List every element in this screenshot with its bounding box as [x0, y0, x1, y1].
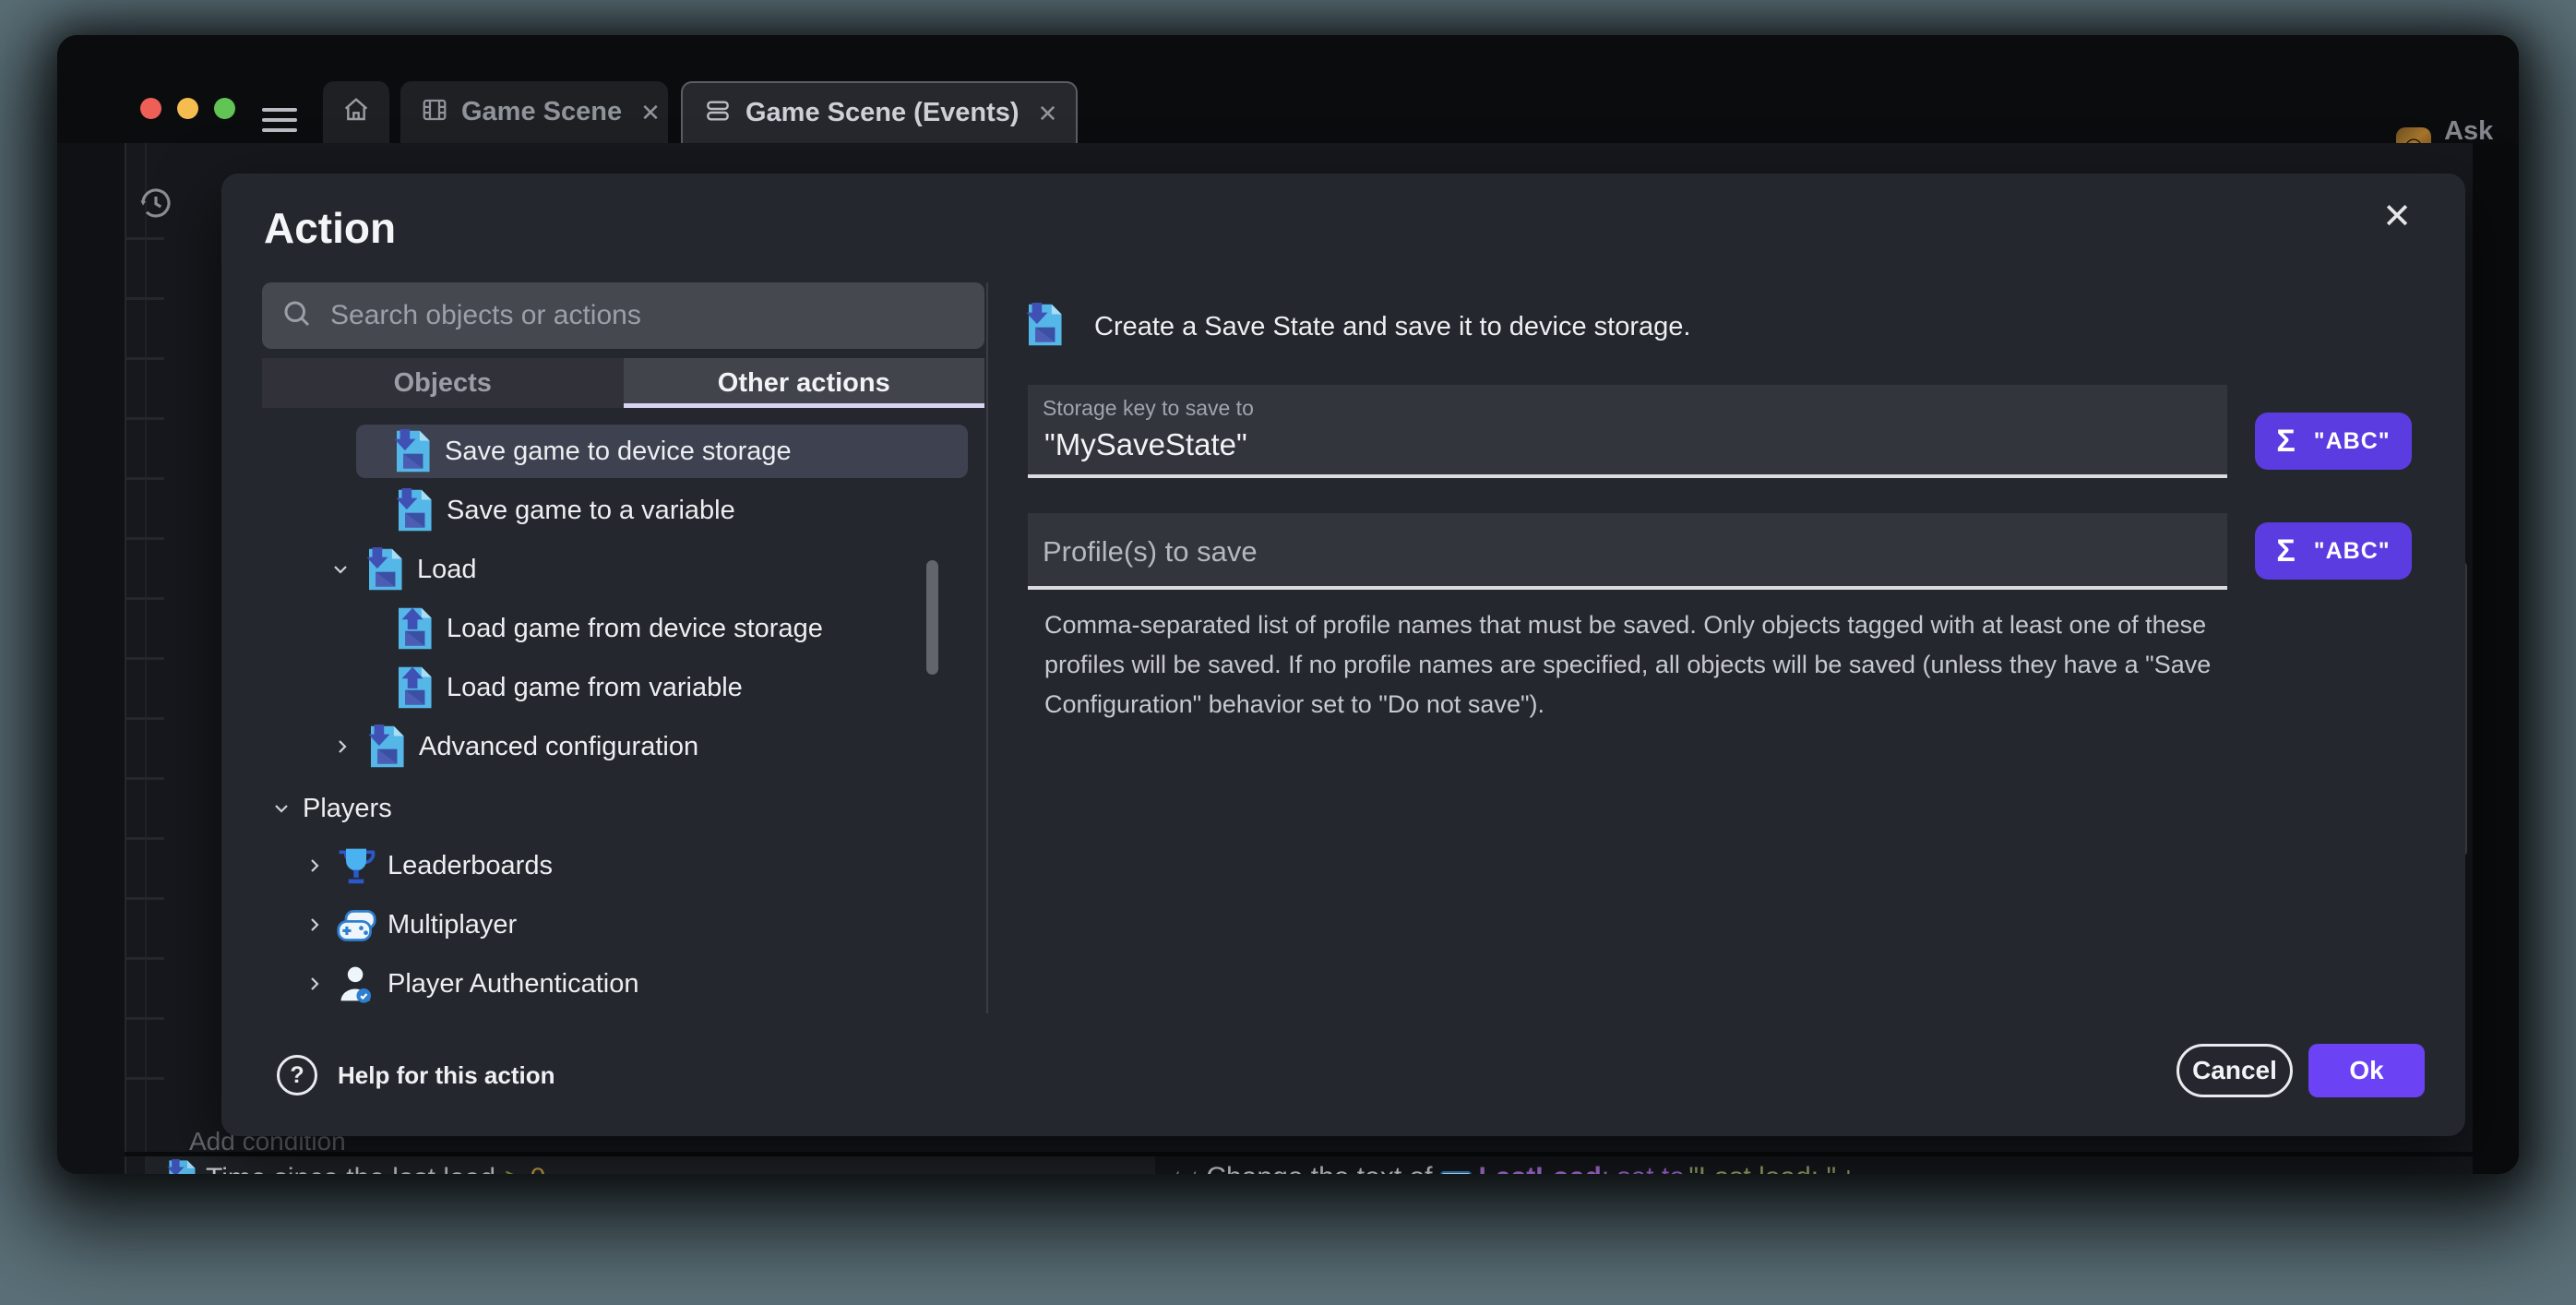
- dialog-title: Action: [264, 203, 396, 253]
- tree-item-load[interactable]: Load: [330, 543, 477, 596]
- tree-group-players[interactable]: Players: [271, 782, 392, 835]
- actions-tree: Save game to device storage Save game to…: [262, 422, 984, 1012]
- traffic-light-zoom[interactable]: [214, 98, 235, 119]
- tab-label: Game Scene (Events): [745, 98, 1020, 128]
- trophy-icon: [336, 845, 376, 886]
- profiles-field[interactable]: Profile(s) to save: [1028, 513, 2227, 590]
- dialog-close-icon[interactable]: ✕: [2377, 196, 2417, 236]
- events-sheet-icon: [703, 96, 733, 130]
- tree-item-label: Load game from device storage: [447, 614, 823, 644]
- tree-item-label: Multiplayer: [388, 910, 517, 940]
- tree-item-multiplayer[interactable]: Multiplayer: [304, 898, 517, 952]
- tab-close-icon[interactable]: ✕: [640, 101, 661, 125]
- tree-item-label: Load: [417, 555, 477, 585]
- load-icon: [391, 606, 435, 651]
- traffic-light-minimize[interactable]: [177, 98, 198, 119]
- history-icon[interactable]: [137, 184, 175, 227]
- app-window: Game Scene ✕ Game Scene (Events) ✕ Ask A…: [57, 35, 2519, 1174]
- tab-game-scene-events[interactable]: Game Scene (Events) ✕: [681, 81, 1078, 143]
- tab-game-scene[interactable]: Game Scene ✕: [400, 81, 668, 143]
- load-icon: [391, 665, 435, 710]
- tree-item-load-game-from-device-storage[interactable]: Load game from device storage: [391, 602, 823, 655]
- question-icon: ?: [277, 1055, 317, 1095]
- ok-button[interactable]: Ok: [2308, 1044, 2425, 1097]
- tree-item-player-authentication[interactable]: Player Authentication: [304, 957, 638, 1011]
- save-icon: [391, 488, 435, 533]
- field-label: Profile(s) to save: [1043, 535, 2227, 569]
- category-tabs: Objects Other actions: [262, 358, 984, 408]
- chevron-right-icon: [304, 856, 325, 876]
- save-icon: [1022, 303, 1065, 352]
- field-label: Storage key to save to: [1043, 396, 2227, 421]
- event-action-row: txtChange the text ofTxLastLoad: set to …: [1155, 1156, 2473, 1174]
- expression-editor-button[interactable]: Σ "ABC": [2255, 413, 2412, 470]
- text-action-icon: txt: [1174, 1167, 1197, 1174]
- action-dialog: Action ✕ Objects Other actions: [221, 174, 2465, 1136]
- sigma-icon: Σ: [2276, 533, 2295, 569]
- traffic-light-close[interactable]: [140, 98, 161, 119]
- tree-group-label: Players: [303, 794, 392, 824]
- chevron-down-icon: [271, 798, 292, 819]
- cancel-button[interactable]: Cancel: [2176, 1044, 2293, 1097]
- tab-other-actions[interactable]: Other actions: [624, 358, 985, 408]
- scene-icon: [421, 96, 448, 128]
- storage-key-field[interactable]: Storage key to save to: [1028, 385, 2227, 478]
- main-menu-icon[interactable]: [262, 102, 297, 138]
- save-icon: [362, 547, 406, 592]
- chevron-right-icon: [304, 974, 325, 994]
- tree-item-leaderboards[interactable]: Leaderboards: [304, 839, 553, 892]
- field-help-text: Comma-separated list of profile names th…: [1044, 605, 2216, 724]
- save-icon: [364, 724, 408, 769]
- search-input[interactable]: [328, 299, 966, 332]
- storage-key-input[interactable]: [1043, 426, 2172, 463]
- tree-item-label: Advanced configuration: [419, 732, 698, 762]
- tree-item-advanced-configuration[interactable]: Advanced configuration: [332, 720, 698, 773]
- tree-item-load-game-from-variable[interactable]: Load game from variable: [391, 661, 743, 714]
- search-bar[interactable]: [262, 282, 984, 349]
- person-icon: [336, 964, 376, 1004]
- tree-item-label: Leaderboards: [388, 851, 553, 881]
- chevron-down-icon: [330, 559, 351, 580]
- tree-item-label: Save game to a variable: [447, 496, 735, 526]
- tab-home[interactable]: [323, 81, 389, 143]
- home-icon: [341, 95, 371, 129]
- tab-close-icon[interactable]: ✕: [1038, 102, 1058, 126]
- save-icon: [389, 429, 434, 473]
- tree-item-save-game-to-variable[interactable]: Save game to a variable: [391, 484, 735, 537]
- tree-item-label: Load game from variable: [447, 673, 743, 703]
- tree-item-label: Save game to device storage: [445, 437, 792, 467]
- tree-item-label: Player Authentication: [388, 969, 638, 1000]
- window-titlebar: Game Scene ✕ Game Scene (Events) ✕ Ask A…: [57, 35, 2519, 143]
- text-object-icon: Tx: [1440, 1171, 1472, 1174]
- save-icon: [165, 1159, 197, 1175]
- gamepad-icon: [336, 904, 376, 945]
- chevron-right-icon: [304, 915, 325, 935]
- tree-item-save-game-to-device-storage[interactable]: Save game to device storage: [356, 425, 968, 478]
- tab-objects[interactable]: Objects: [262, 358, 624, 408]
- expression-editor-button[interactable]: Σ "ABC": [2255, 522, 2412, 580]
- tree-scrollbar-thumb[interactable]: [926, 560, 938, 675]
- chevron-right-icon: [332, 736, 352, 757]
- event-condition-row: Time since the last load > 0: [145, 1156, 1155, 1174]
- search-icon: [280, 297, 314, 335]
- action-description: Create a Save State and save it to devic…: [1022, 303, 1690, 352]
- tab-label: Game Scene: [461, 97, 622, 127]
- events-left-gutter: [57, 143, 125, 1174]
- help-for-action-link[interactable]: ? Help for this action: [277, 1055, 555, 1095]
- sigma-icon: Σ: [2276, 424, 2295, 460]
